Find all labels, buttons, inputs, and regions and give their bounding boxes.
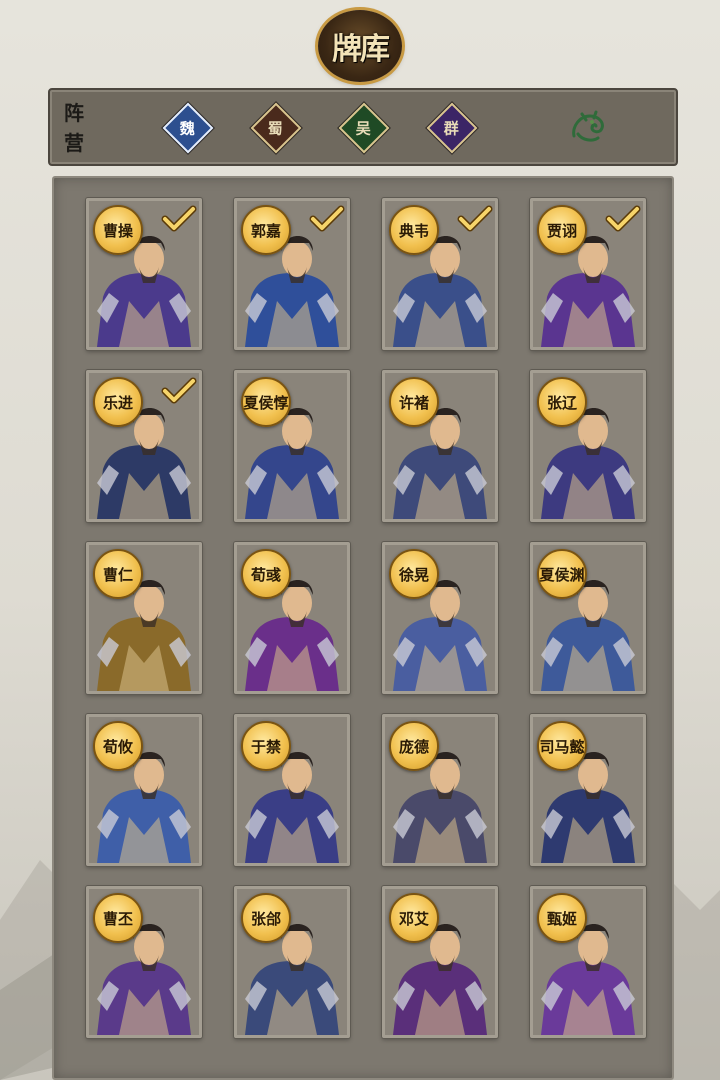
hero-name-badge: 典韦 bbox=[389, 205, 439, 255]
dragon-icon[interactable] bbox=[566, 106, 610, 150]
faction-label-line2: 营 bbox=[64, 131, 84, 155]
hero-name-badge: 夏侯渊 bbox=[537, 549, 587, 599]
hero-name-badge: 荀彧 bbox=[241, 549, 291, 599]
hero-card[interactable]: 夏侯渊 bbox=[530, 542, 646, 694]
hero-name-badge: 于禁 bbox=[241, 721, 291, 771]
hero-card[interactable]: 许褚 bbox=[382, 370, 498, 522]
hero-card[interactable]: 郭嘉 bbox=[234, 198, 350, 350]
hero-name-badge: 曹操 bbox=[93, 205, 143, 255]
hero-card[interactable]: 曹仁 bbox=[86, 542, 202, 694]
wu-faction-icon: 吴 bbox=[356, 119, 372, 138]
hero-card[interactable]: 曹丕 bbox=[86, 886, 202, 1038]
hero-name-badge: 邓艾 bbox=[389, 893, 439, 943]
hero-name-badge: 张郃 bbox=[241, 893, 291, 943]
hero-name-badge: 徐晃 bbox=[389, 549, 439, 599]
shu-faction-icon: 蜀 bbox=[268, 119, 284, 138]
faction-tab-wei[interactable]: 魏 bbox=[162, 102, 214, 154]
hero-name-badge: 夏侯惇 bbox=[241, 377, 291, 427]
card-grid-panel: 曹操 郭嘉 典韦 贾诩乐进 夏侯惇 许褚 张辽曹仁 荀彧 徐晃 夏侯渊荀攸 于禁 庞德 司马懿曹丕 张郃 邓… bbox=[52, 176, 674, 1080]
hero-card[interactable]: 张辽 bbox=[530, 370, 646, 522]
faction-filter-bar: 阵 营 魏 蜀 吴 群 bbox=[48, 88, 678, 166]
owned-check-icon bbox=[161, 205, 197, 232]
hero-name-badge: 曹丕 bbox=[93, 893, 143, 943]
hero-name-badge: 许褚 bbox=[389, 377, 439, 427]
hero-name-badge: 荀攸 bbox=[93, 721, 143, 771]
hero-card[interactable]: 徐晃 bbox=[382, 542, 498, 694]
faction-label: 阵 营 bbox=[64, 98, 94, 158]
hero-card[interactable]: 夏侯惇 bbox=[234, 370, 350, 522]
faction-label-line1: 阵 bbox=[64, 101, 84, 125]
hero-name-badge: 乐进 bbox=[93, 377, 143, 427]
qun-faction-icon: 群 bbox=[444, 119, 460, 138]
owned-check-icon bbox=[309, 205, 345, 232]
hero-card[interactable]: 司马懿 bbox=[530, 714, 646, 866]
hero-card[interactable]: 乐进 bbox=[86, 370, 202, 522]
hero-name-badge: 张辽 bbox=[537, 377, 587, 427]
owned-check-icon bbox=[161, 377, 197, 404]
faction-tab-shu[interactable]: 蜀 bbox=[250, 102, 302, 154]
hero-card[interactable]: 典韦 bbox=[382, 198, 498, 350]
hero-name-badge: 贾诩 bbox=[537, 205, 587, 255]
hero-card[interactable]: 庞德 bbox=[382, 714, 498, 866]
hero-card[interactable]: 荀彧 bbox=[234, 542, 350, 694]
hero-name-badge: 曹仁 bbox=[93, 549, 143, 599]
hero-name-badge: 甄姬 bbox=[537, 893, 587, 943]
hero-name-badge: 司马懿 bbox=[537, 721, 587, 771]
faction-tab-wu[interactable]: 吴 bbox=[338, 102, 390, 154]
hero-card[interactable]: 贾诩 bbox=[530, 198, 646, 350]
hero-name-badge: 郭嘉 bbox=[241, 205, 291, 255]
card-library-title-emblem: 牌库 bbox=[318, 10, 402, 82]
hero-card[interactable]: 甄姬 bbox=[530, 886, 646, 1038]
owned-check-icon bbox=[457, 205, 493, 232]
hero-card[interactable]: 曹操 bbox=[86, 198, 202, 350]
hero-card[interactable]: 于禁 bbox=[234, 714, 350, 866]
hero-card[interactable]: 荀攸 bbox=[86, 714, 202, 866]
page-title: 牌库 bbox=[332, 32, 390, 67]
wei-faction-icon: 魏 bbox=[180, 119, 196, 138]
faction-tab-qun[interactable]: 群 bbox=[426, 102, 478, 154]
owned-check-icon bbox=[605, 205, 641, 232]
hero-card[interactable]: 张郃 bbox=[234, 886, 350, 1038]
hero-name-badge: 庞德 bbox=[389, 721, 439, 771]
hero-card[interactable]: 邓艾 bbox=[382, 886, 498, 1038]
